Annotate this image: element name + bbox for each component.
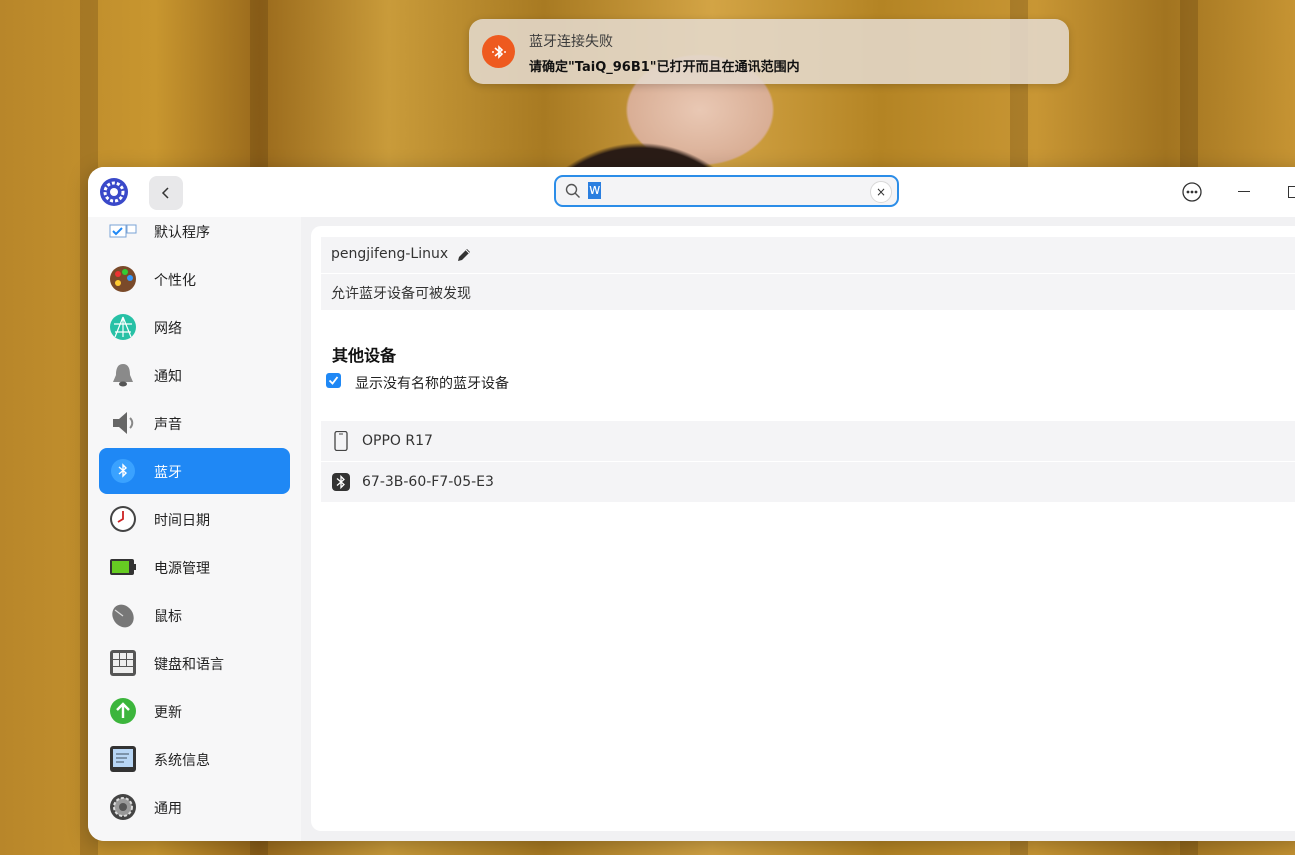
clear-search-button[interactable]: ×: [870, 181, 892, 203]
notification-body: 请确定"TaiQ_96B1"已打开而且在通讯范围内: [529, 60, 800, 75]
discoverable-row[interactable]: 允许蓝牙设备可被发现: [321, 274, 1295, 310]
discoverable-label: 允许蓝牙设备可被发现: [331, 286, 471, 302]
general-icon: [110, 794, 136, 820]
sidebar-item-network[interactable]: 网络: [99, 304, 290, 350]
device-name: OPPO R17: [362, 433, 433, 449]
sidebar-item-label: 个性化: [154, 273, 196, 289]
default-apps-icon: [109, 224, 137, 238]
sidebar-item-sound[interactable]: 声音: [99, 400, 290, 446]
sidebar-item-label: 蓝牙: [154, 465, 182, 481]
sidebar-item-personalization[interactable]: 个性化: [99, 256, 290, 302]
back-button[interactable]: [149, 176, 183, 210]
bluetooth-error-icon: [482, 35, 515, 68]
sidebar-item-datetime[interactable]: 时间日期: [99, 496, 290, 542]
sidebar-item-label: 鼠标: [154, 609, 182, 625]
chevron-left-icon: [161, 187, 169, 199]
more-icon: [1182, 182, 1202, 202]
sidebar-item-bluetooth[interactable]: 蓝牙: [99, 448, 290, 494]
maximize-button[interactable]: [1288, 186, 1295, 198]
network-icon: [110, 314, 136, 340]
clock-icon: [110, 506, 136, 532]
sidebar-item-label: 通用: [154, 801, 182, 817]
sidebar-item-general[interactable]: 通用: [99, 784, 290, 830]
sidebar-item-label: 通知: [154, 369, 182, 385]
bell-icon: [113, 364, 133, 387]
more-menu-button[interactable]: [1182, 182, 1202, 206]
device-row-mac[interactable]: 67-3B-60-F7-05-E3: [321, 462, 1295, 502]
bluetooth-icon: [332, 473, 350, 491]
device-row-oppo[interactable]: OPPO R17: [321, 421, 1295, 461]
sidebar-item-label: 时间日期: [154, 513, 210, 529]
search-value[interactable]: w: [588, 182, 602, 199]
device-name: 67-3B-60-F7-05-E3: [362, 474, 494, 490]
update-icon: [110, 698, 136, 724]
sidebar-item-system-info[interactable]: 系统信息: [99, 736, 290, 782]
sidebar-item-label: 默认程序: [154, 225, 210, 241]
sidebar-item-notifications[interactable]: 通知: [99, 352, 290, 398]
sidebar-item-label: 电源管理: [154, 561, 210, 577]
bluetooth-icon: [111, 459, 135, 483]
speaker-icon: [113, 412, 134, 434]
sidebar-item-label: 更新: [154, 705, 182, 721]
sidebar-item-power[interactable]: 电源管理: [99, 544, 290, 590]
sidebar: 默认程序 个性化 网络 通知 声音 蓝牙 时间日期 电源管理 鼠标 键盘和语言 …: [88, 217, 301, 841]
sidebar-item-label: 网络: [154, 321, 182, 337]
sidebar-item-label: 键盘和语言: [154, 657, 224, 673]
other-devices-title: 其他设备: [332, 346, 397, 365]
sidebar-item-update[interactable]: 更新: [99, 688, 290, 734]
palette-icon: [110, 266, 136, 292]
mouse-icon: [112, 604, 134, 628]
check-icon: [328, 376, 339, 385]
sidebar-item-label: 系统信息: [154, 753, 210, 769]
battery-icon: [110, 559, 136, 575]
search-icon: [565, 183, 580, 198]
device-name-row[interactable]: pengjifeng-Linux: [321, 237, 1295, 273]
system-info-icon: [110, 746, 136, 772]
device-name-label: pengjifeng-Linux: [331, 246, 449, 262]
sidebar-item-mouse[interactable]: 鼠标: [99, 592, 290, 638]
bluetooth-panel: pengjifeng-Linux 允许蓝牙设备可被发现 其他设备 显示没有名称的…: [311, 226, 1295, 831]
minimize-button[interactable]: [1238, 191, 1250, 192]
notification-title: 蓝牙连接失败: [529, 34, 613, 50]
search-input[interactable]: w ×: [554, 175, 899, 207]
pencil-icon[interactable]: [456, 247, 472, 263]
keyboard-icon: [110, 650, 136, 676]
notification-bubble[interactable]: 蓝牙连接失败 请确定"TaiQ_96B1"已打开而且在通讯范围内: [469, 19, 1069, 84]
sidebar-item-label: 声音: [154, 417, 182, 433]
control-center-icon: [99, 177, 129, 207]
phone-icon: [334, 431, 348, 451]
control-center-window: w × 默认程序 个性化 网络 通知 声音 蓝牙 时间日期 电源管理 鼠标 键盘…: [88, 167, 1295, 841]
show-unnamed-label: 显示没有名称的蓝牙设备: [355, 376, 509, 392]
sidebar-item-default-apps[interactable]: 默认程序: [99, 208, 290, 254]
show-unnamed-checkbox[interactable]: [326, 373, 341, 388]
sidebar-item-keyboard[interactable]: 键盘和语言: [99, 640, 290, 686]
